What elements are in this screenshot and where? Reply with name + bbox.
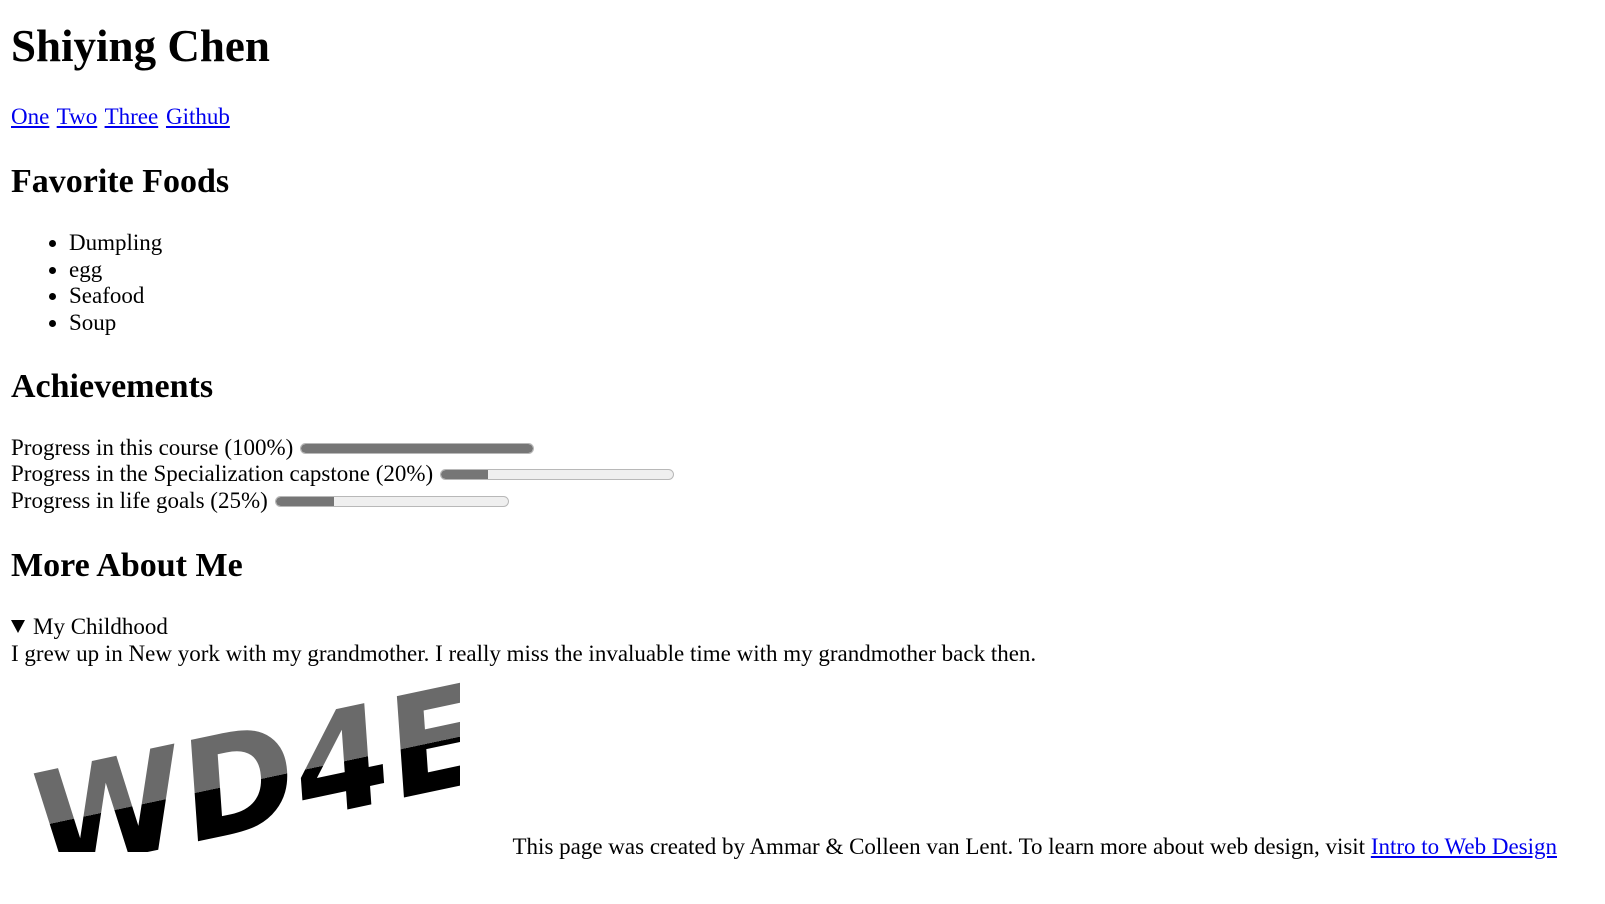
progress-row-life-goals: Progress in life goals (25%) xyxy=(11,487,674,514)
childhood-text: I grew up in New york with my grandmothe… xyxy=(11,641,1037,666)
list-item: Seafood xyxy=(49,282,162,309)
food-label: egg xyxy=(69,256,103,282)
progress-label: Progress in the Specialization capstone … xyxy=(11,461,434,487)
favorite-foods-heading: Favorite Foods xyxy=(11,163,230,200)
wd4e-logo: WD4E xyxy=(30,672,460,852)
list-item: Dumpling xyxy=(49,229,163,256)
food-label: Soup xyxy=(69,309,117,335)
childhood-details: My Childhood I grew up in New york with … xyxy=(11,613,1036,667)
more-about-me-heading: More About Me xyxy=(11,547,243,584)
childhood-summary[interactable]: My Childhood xyxy=(11,613,1036,640)
bullet-icon xyxy=(49,293,56,300)
progress-row-capstone: Progress in the Specialization capstone … xyxy=(11,461,675,488)
list-item: Soup xyxy=(49,309,162,336)
nav-link-github[interactable]: Github xyxy=(166,104,230,129)
progress-label: Progress in life goals (25%) xyxy=(11,487,268,513)
intro-web-design-link[interactable]: Intro to Web Design xyxy=(1371,834,1557,859)
progress-bar-life-goals xyxy=(274,495,509,507)
progress-fill xyxy=(301,443,534,453)
footer-text: This page was created by Ammar & Colleen… xyxy=(512,834,1371,859)
nav-link-two[interactable]: Two xyxy=(57,104,98,129)
favorite-foods-list: Dumpling egg Seafood Soup xyxy=(11,229,162,335)
page-title: Shiying Chen xyxy=(11,21,270,71)
food-label: Dumpling xyxy=(69,230,163,255)
progress-fill xyxy=(441,470,488,480)
list-item: egg xyxy=(49,256,162,283)
achievements-heading: Achievements xyxy=(11,368,214,405)
disclosure-triangle-icon[interactable] xyxy=(11,620,25,633)
logo-text: WD4E xyxy=(30,672,460,852)
nav-bar: One Two Three Github xyxy=(11,103,232,130)
progress-label: Progress in this course (100%) xyxy=(11,434,294,460)
bullet-icon xyxy=(49,319,56,327)
food-label: Seafood xyxy=(69,283,145,308)
nav-link-three[interactable]: Three xyxy=(105,104,159,129)
bullet-icon xyxy=(49,266,56,274)
progress-bar-course xyxy=(300,442,535,454)
progress-bar-capstone xyxy=(440,469,675,481)
summary-label[interactable]: My Childhood xyxy=(33,613,168,640)
footer: This page was created by Ammar & Colleen… xyxy=(513,833,1558,860)
progress-fill xyxy=(275,496,334,506)
bullet-icon xyxy=(49,240,56,247)
nav-link-one[interactable]: One xyxy=(11,104,49,129)
progress-row-course: Progress in this course (100%) xyxy=(11,434,674,461)
achievements-list: Progress in this course (100%) Progress … xyxy=(11,434,675,514)
